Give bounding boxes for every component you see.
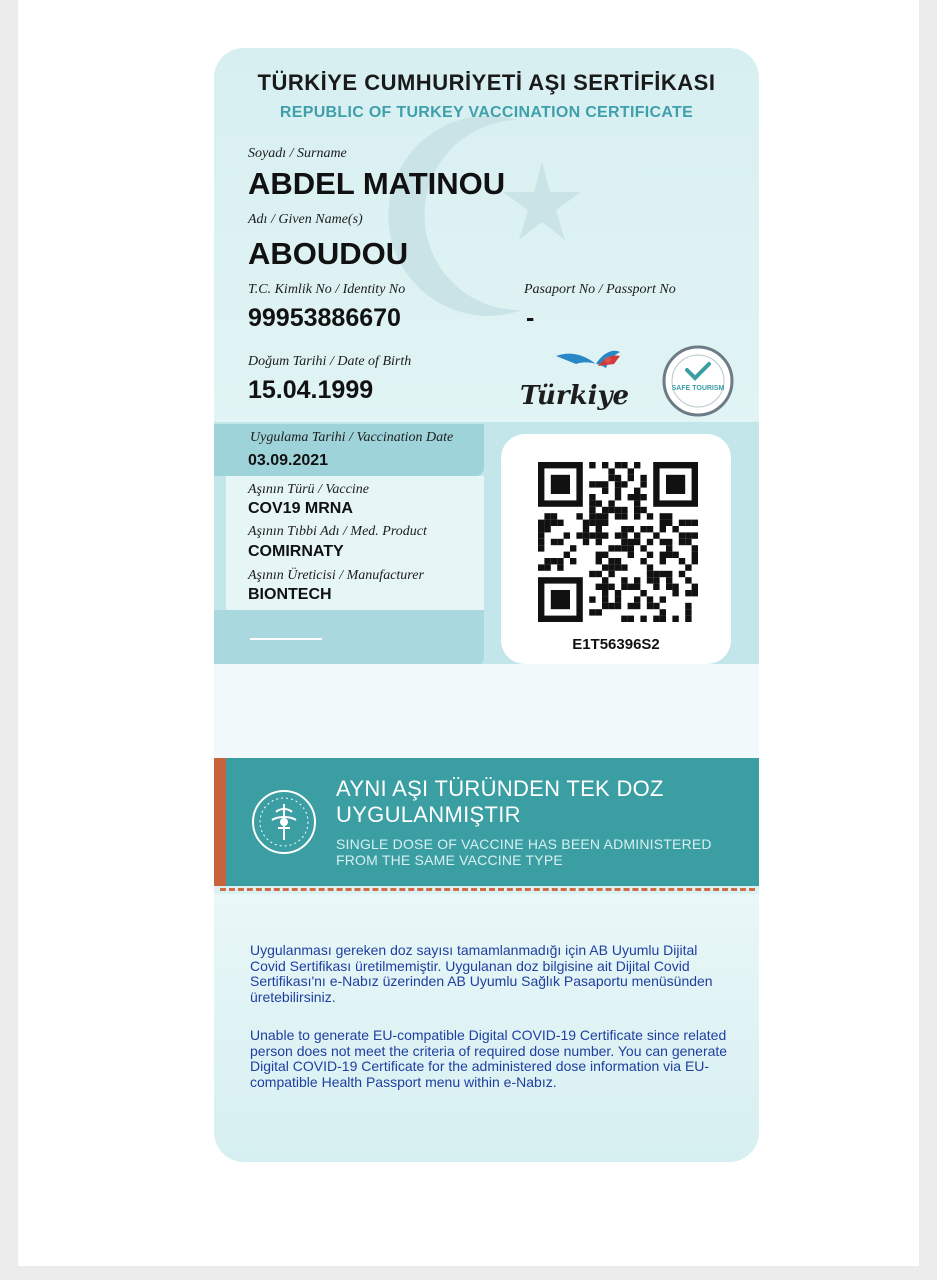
surname-label: Soyadı / Surname xyxy=(248,146,347,161)
dob-label: Doğum Tarihi / Date of Birth xyxy=(248,354,412,369)
vaccination-date-label: Uygulama Tarihi / Vaccination Date xyxy=(250,430,454,445)
qr-code-text: E1T56396S2 xyxy=(572,636,660,653)
vaccine-value: COV19 MRNA xyxy=(248,500,353,517)
manufacturer-label: Aşının Üreticisi / Manufacturer xyxy=(248,568,424,583)
dose-dash xyxy=(250,638,322,640)
certificate-title-tr: TÜRKİYE CUMHURİYETİ AŞI SERTİFİKASI xyxy=(257,70,716,95)
med-product-value: COMIRNATY xyxy=(248,543,344,560)
passport-value: - xyxy=(526,304,535,332)
manufacturer-value: BIONTECH xyxy=(248,586,332,603)
card-lower-area xyxy=(214,664,759,758)
vaccination-certificate-card: TÜRKİYE CUMHURİYETİ AŞI SERTİFİKASI REPU… xyxy=(214,48,759,1162)
med-product-label: Aşının Tıbbi Adı / Med. Product xyxy=(248,524,427,539)
given-name-label: Adı / Given Name(s) xyxy=(248,212,363,227)
dashed-separator xyxy=(220,888,755,891)
banner-title-tr: AYNI AŞI TÜRÜNDEN TEK DOZ UYGULANMIŞTIR xyxy=(336,776,664,827)
banner-accent-stripe xyxy=(214,758,226,886)
turkiye-logo: Türkiye xyxy=(520,350,629,411)
qr-code-icon xyxy=(538,462,698,622)
passport-label: Pasaport No / Passport No xyxy=(524,282,676,297)
given-name-value: ABOUDOU xyxy=(248,236,409,271)
certificate-title-en: REPUBLIC OF TURKEY VACCINATION CERTIFICA… xyxy=(279,104,694,121)
turkiye-wordmark: Türkiye xyxy=(520,381,629,411)
dob-value: 15.04.1999 xyxy=(248,376,374,404)
identity-label: T.C. Kimlik No / Identity No xyxy=(248,282,406,297)
note-tr: Uygulanması gereken doz sayısı tamamlanm… xyxy=(250,942,713,1005)
safe-tourism-seal-icon: SAFE TOURISM xyxy=(662,345,734,417)
banner-title-en: SINGLE DOSE OF VACCINE HAS BEEN ADMINIST… xyxy=(336,836,712,868)
surname-value: ABDEL MATINOU xyxy=(248,166,506,201)
ministry-of-health-seal-icon xyxy=(252,790,316,854)
vaccination-date-value: 03.09.2021 xyxy=(248,452,329,469)
safe-tourism-text: SAFE TOURISM xyxy=(672,385,725,392)
vaccine-label: Aşının Türü / Vaccine xyxy=(248,482,369,497)
document-page: TÜRKİYE CUMHURİYETİ AŞI SERTİFİKASI REPU… xyxy=(18,0,919,1266)
identity-value: 99953886670 xyxy=(248,304,401,332)
note-en: Unable to generate EU-compatible Digital… xyxy=(250,1027,728,1090)
